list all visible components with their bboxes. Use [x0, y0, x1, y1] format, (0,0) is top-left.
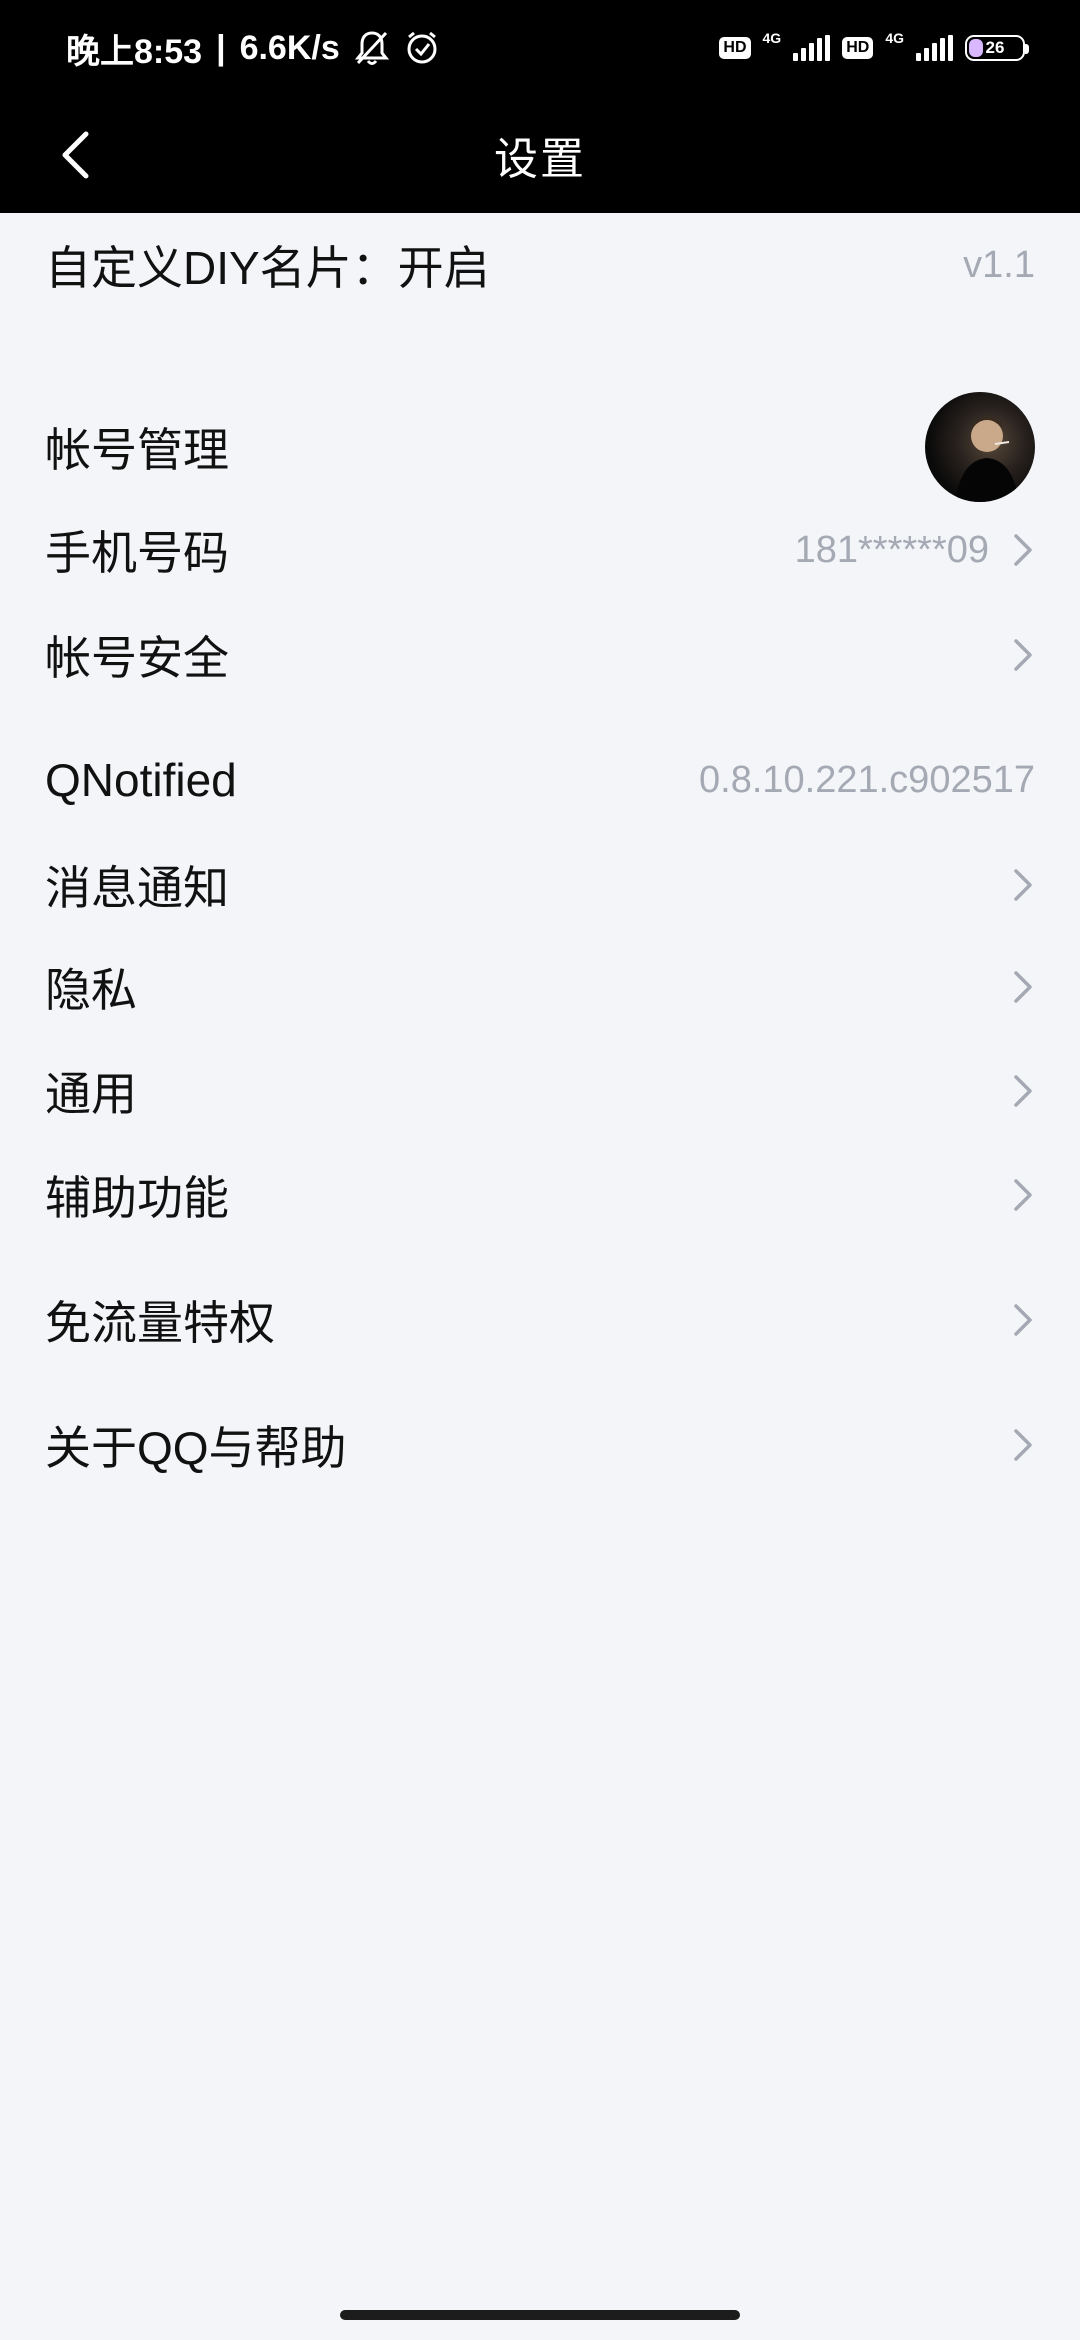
- chevron-right-icon: [1014, 869, 1032, 901]
- status-time: 晚上8:53: [66, 32, 203, 71]
- chevron-right-icon: [1014, 1075, 1032, 1107]
- row-right: [1011, 1425, 1035, 1465]
- row-diy-card[interactable]: 自定义DIY名片：开启 v1.1: [0, 190, 1080, 340]
- row-right: [1011, 1071, 1035, 1111]
- bell-off-icon: [354, 31, 389, 65]
- page-title: 设置: [494, 134, 586, 184]
- top-bar: 晚上8:53 | 6.6K/s HD 4G HD 4G 26 设置: [0, 0, 1080, 213]
- row-label: 隐私: [45, 964, 137, 1016]
- row-right: [1011, 1175, 1035, 1215]
- row-label: 免流量特权: [45, 1297, 275, 1349]
- row-right: [1011, 967, 1035, 1007]
- row-right: [1011, 635, 1035, 675]
- chevron-right-icon: [1014, 1179, 1032, 1211]
- row-label: 帐号管理: [45, 424, 229, 476]
- status-speed: 6.6K/s: [239, 28, 340, 67]
- chevron-right-icon: [1014, 1304, 1032, 1336]
- signal-icon-1: [793, 35, 831, 61]
- chevron-right-icon: [1014, 971, 1032, 1003]
- network-label-1: 4G: [762, 30, 782, 46]
- row-right: [1011, 1300, 1035, 1340]
- row-label: QNotified: [45, 754, 237, 806]
- chevron-right-icon: [1014, 1429, 1032, 1461]
- home-indicator[interactable]: [340, 2310, 740, 2320]
- row-right: 181******09: [795, 529, 1035, 572]
- battery-icon: 26: [965, 35, 1029, 61]
- chevron-right-icon: [1014, 639, 1032, 671]
- alarm-icon: [407, 31, 437, 64]
- row-right: [1011, 865, 1035, 905]
- row-label: 辅助功能: [45, 1172, 229, 1224]
- status-separator: |: [216, 28, 226, 67]
- status-right: HD 4G HD 4G 26: [719, 31, 1029, 61]
- row-about-help[interactable]: 关于QQ与帮助: [0, 1370, 1080, 1520]
- row-value: v1.1: [963, 243, 1035, 286]
- row-value: 181******09: [794, 528, 989, 571]
- battery-level: 26: [985, 38, 1005, 57]
- status-left: 晚上8:53 | 6.6K/s: [66, 24, 440, 73]
- row-value: 0.8.10.221.c902517: [699, 758, 1035, 801]
- status-bar: 晚上8:53 | 6.6K/s HD 4G HD 4G 26: [0, 0, 1080, 96]
- row-label: 关于QQ与帮助: [45, 1422, 347, 1474]
- row-label: 自定义DIY名片：开启: [45, 242, 490, 294]
- row-label: 手机号码: [45, 527, 229, 579]
- hd-badge-1: HD: [719, 37, 751, 59]
- chevron-right-icon: [1014, 534, 1032, 566]
- signal-icon-2: [916, 35, 953, 61]
- row-label: 帐号安全: [45, 632, 229, 684]
- chevron-left-icon: [62, 131, 89, 179]
- row-right: v1.1: [963, 244, 1035, 287]
- row-label: 通用: [45, 1068, 137, 1120]
- back-button[interactable]: [40, 120, 110, 190]
- hd-badge-2: HD: [842, 37, 874, 59]
- battery-fill: [969, 39, 983, 57]
- row-label: 消息通知: [45, 862, 229, 914]
- network-label-2: 4G: [885, 30, 904, 46]
- row-right: 0.8.10.221.c902517: [699, 759, 1035, 802]
